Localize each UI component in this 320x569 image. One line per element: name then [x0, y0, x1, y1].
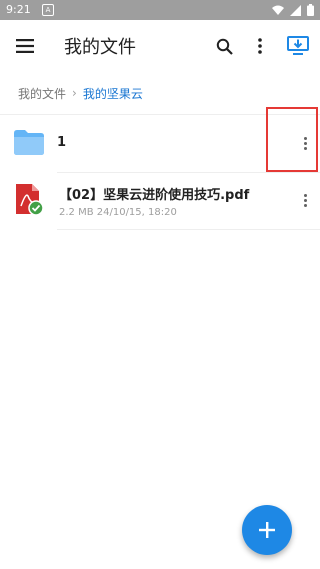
search-button[interactable]	[210, 32, 238, 60]
battery-icon	[307, 4, 314, 16]
file-name: 1	[57, 135, 67, 150]
divider	[57, 229, 320, 230]
status-icons	[272, 4, 314, 16]
highlight-box	[266, 107, 318, 172]
file-meta: 2.2 MB 24/10/15, 18:20	[59, 207, 177, 218]
search-icon	[216, 38, 233, 55]
add-fab-button[interactable]	[242, 505, 292, 555]
add-icon	[259, 522, 275, 538]
list-item-file[interactable]: 【02】坚果云进阶使用技巧.pdf 2.2 MB 24/10/15, 18:20	[0, 173, 320, 229]
status-bar: 9:21 A	[0, 0, 320, 20]
overflow-menu-button[interactable]	[247, 32, 273, 60]
desktop-sync-button[interactable]	[283, 32, 313, 60]
app-bar: 我的文件	[0, 20, 320, 72]
page-title: 我的文件	[64, 37, 136, 58]
desktop-sync-icon	[287, 36, 309, 55]
folder-icon	[14, 130, 44, 155]
dot	[303, 193, 307, 197]
dot	[303, 198, 307, 202]
pdf-icon	[16, 184, 44, 216]
dot	[303, 203, 307, 207]
item-more-button[interactable]	[295, 188, 315, 212]
menu-icon	[16, 39, 34, 53]
notification-icon: A	[42, 4, 54, 16]
file-name: 【02】坚果云进阶使用技巧.pdf	[59, 188, 250, 203]
breadcrumb-parent[interactable]: 我的文件	[18, 85, 66, 102]
more-vert-icon	[258, 38, 262, 54]
wifi-icon	[272, 5, 284, 15]
breadcrumb-current: 我的坚果云	[82, 86, 143, 101]
breadcrumb-separator: ›	[72, 86, 77, 100]
menu-button[interactable]	[10, 32, 40, 60]
signal-icon	[290, 4, 301, 16]
status-time: 9:21	[6, 3, 31, 16]
